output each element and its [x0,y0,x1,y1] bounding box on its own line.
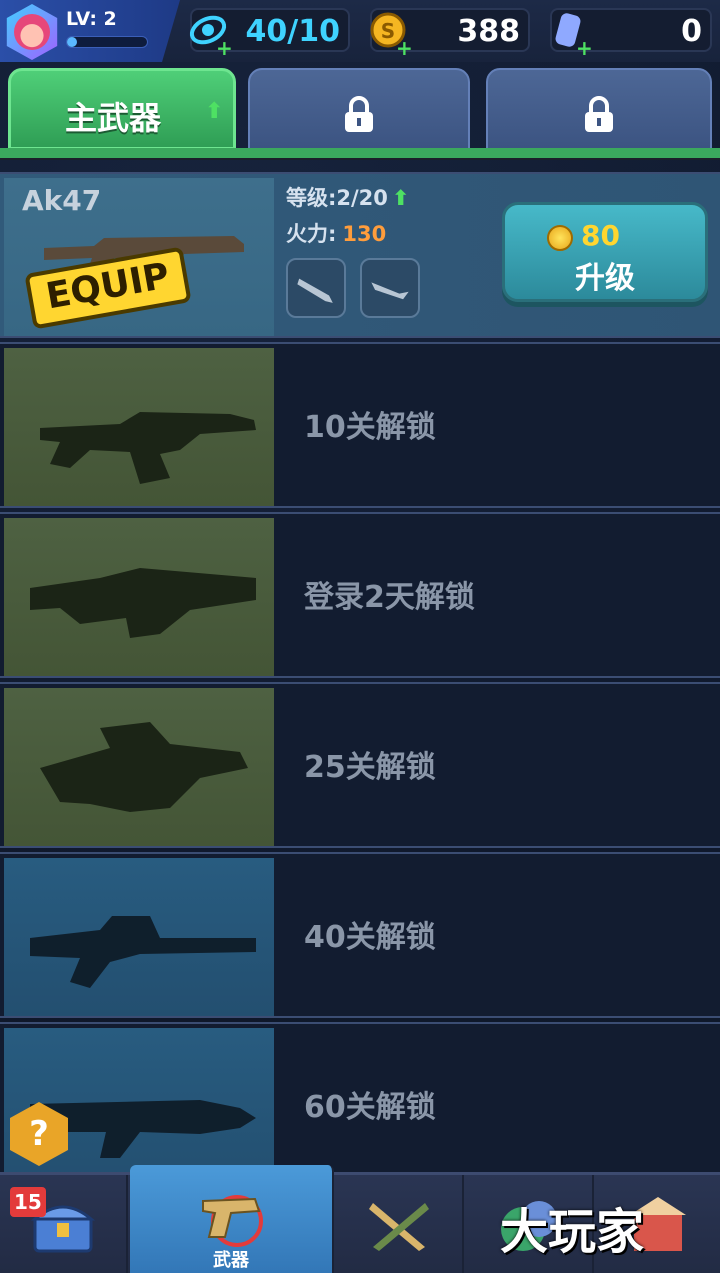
weapon-row-locked[interactable]: 登录2天解锁 [0,512,720,678]
crossed-guns-icon [369,1203,429,1251]
level-up-arrow-icon: ⬆ [391,186,410,210]
tab-underline [0,148,720,160]
weapon-thumbnail [4,688,274,846]
weapon-thumbnail [4,518,274,676]
gem-value: 0 [681,14,702,49]
launcher-silhouette-icon [40,722,248,812]
svg-text:S: S [381,19,395,43]
rocket-icon [297,278,333,303]
watermark: 大玩家 [500,1204,645,1260]
lock-icon [345,96,373,132]
missile-icon [371,282,409,300]
nav-chest[interactable]: 15 [0,1175,128,1273]
energy-value: 40/10 [245,14,340,49]
xp-bar-fill [67,37,77,47]
tab-locked-3[interactable] [486,68,712,150]
chest-count-badge: 15 [10,1187,46,1217]
smg-silhouette-icon [40,412,256,484]
skill-slot-missile[interactable] [360,258,420,318]
weapon-row-equipped[interactable]: Ak47 EQUIP 等级:2/20 ⬆ 火力: 130 80 升级 [0,172,720,338]
help-label: ? [29,1114,49,1154]
upgrade-arrow-icon: ⬆ [205,99,224,124]
gem-add-icon[interactable]: + [576,36,593,60]
weapon-thumbnail [4,348,274,506]
coin-value: 388 [457,14,520,49]
weapon-level-label: 等级:2/20 [286,186,388,210]
upgrade-cost: 80 [581,219,620,252]
gem-counter[interactable]: + 0 [550,8,712,60]
sniper-silhouette-icon [30,916,256,988]
nav-crossed-guns[interactable] [336,1175,464,1273]
top-bar: LV: 2 + 40/10 S + 388 + 0 [0,0,720,62]
skill-slot-rocket[interactable] [286,258,346,318]
unlock-requirement: 登录2天解锁 [304,580,475,615]
weapon-name: Ak47 [22,184,102,217]
unlock-requirement: 40关解锁 [304,920,436,955]
weapon-row-locked[interactable]: 40关解锁 [0,852,720,1018]
rifle-silhouette-icon [30,568,256,638]
pistol-icon [202,1195,263,1247]
coin-add-icon[interactable]: + [396,36,413,60]
coin-icon [547,225,573,251]
xp-bar [66,36,148,48]
avatar-face-icon [14,14,50,50]
upgrade-button[interactable]: 80 升级 [502,202,708,302]
unlock-requirement: 25关解锁 [304,750,436,785]
weapon-thumbnail [4,858,274,1016]
tab-label: 主武器 [65,99,162,137]
weapon-row-locked[interactable]: 25关解锁 [0,682,720,848]
tab-locked-2[interactable] [248,68,470,150]
player-level: LV: 2 [66,8,117,30]
lock-icon [585,96,613,132]
tab-main-weapon[interactable]: 主武器 ⬆ [8,68,236,150]
energy-counter[interactable]: + 40/10 [189,8,350,60]
weapon-row-locked[interactable]: 10关解锁 [0,342,720,508]
firepower-label: 火力: [286,222,337,246]
firepower-value: 130 [342,222,387,246]
weapon-firepower: 火力: 130 [286,218,386,248]
weapon-level: 等级:2/20 ⬆ [286,182,410,212]
nav-weapons[interactable]: 武器 [130,1165,334,1273]
unlock-requirement: 60关解锁 [304,1090,436,1125]
coin-counter[interactable]: S + 388 [370,8,530,60]
upgrade-label: 升级 [575,261,635,296]
nav-weapons-label: 武器 [213,1250,249,1271]
energy-add-icon[interactable]: + [216,36,233,60]
unlock-requirement: 10关解锁 [304,410,436,445]
weapon-row-locked[interactable]: 60关解锁 [0,1022,720,1188]
